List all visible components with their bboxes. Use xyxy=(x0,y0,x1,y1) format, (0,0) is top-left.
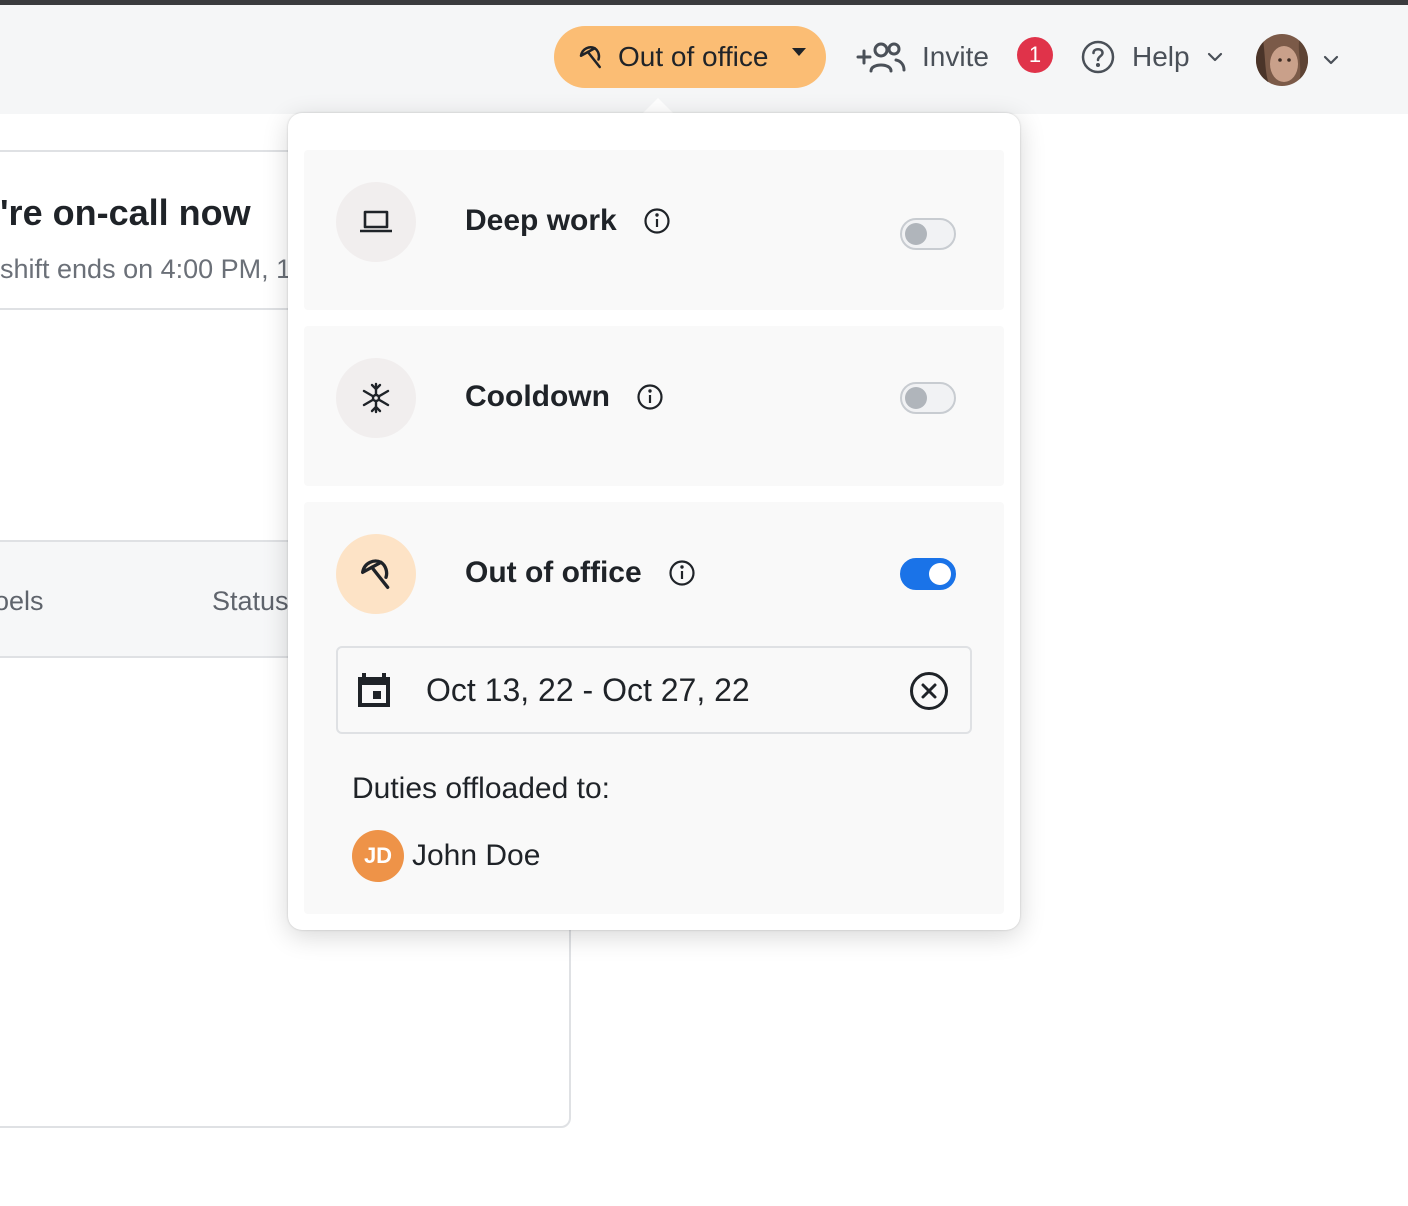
help-circle-icon xyxy=(1081,40,1115,74)
invite-label: Invite xyxy=(922,41,989,72)
chevron-down-icon xyxy=(1207,52,1222,62)
info-icon[interactable] xyxy=(636,383,664,411)
caret-down-icon xyxy=(792,48,806,56)
mode-title: Cooldown xyxy=(465,380,610,413)
user-menu[interactable] xyxy=(1256,34,1340,86)
popover-arrow xyxy=(642,98,674,114)
mode-label-cooldown: Cooldown xyxy=(465,380,664,414)
duties-offloaded-label: Duties offloaded to: xyxy=(352,772,610,805)
clear-date-icon[interactable] xyxy=(908,670,950,712)
mode-label-deep-work: Deep work xyxy=(465,204,671,238)
column-header-status[interactable]: Status xyxy=(212,586,289,617)
snowflake-icon xyxy=(362,382,390,414)
toggle-deep-work[interactable] xyxy=(900,218,956,250)
info-icon[interactable] xyxy=(643,207,671,235)
status-popover: Deep work Cooldown Out of office Oct 13,… xyxy=(288,113,1020,930)
help-menu[interactable]: Help xyxy=(1080,35,1224,79)
chevron-down-icon xyxy=(1323,55,1339,65)
oncall-subtitle: shift ends on 4:00 PM, 1 xyxy=(0,254,292,284)
status-dropdown-button[interactable]: Out of office xyxy=(554,26,826,88)
toggle-knob xyxy=(905,223,927,245)
status-button-label: Out of office xyxy=(618,41,769,72)
mode-panel-cooldown: Cooldown xyxy=(304,326,1004,486)
laptop-icon xyxy=(360,210,392,233)
assignee-name: John Doe xyxy=(412,839,541,872)
oncall-title: 're on-call now xyxy=(0,192,251,233)
toggle-knob xyxy=(905,387,927,409)
toggle-cooldown[interactable] xyxy=(900,382,956,414)
mode-label-out-of-office: Out of office xyxy=(465,556,696,590)
add-users-icon xyxy=(856,42,906,73)
notification-badge[interactable]: 1 xyxy=(1017,37,1053,73)
assignee-avatar: JD xyxy=(352,830,404,882)
mode-icon-container xyxy=(336,182,416,262)
user-avatar-icon xyxy=(1256,34,1308,86)
toggle-out-of-office[interactable] xyxy=(900,558,956,590)
top-header: Out of office Invite 1 Help xyxy=(0,5,1408,114)
help-label: Help xyxy=(1132,41,1190,72)
calendar-icon xyxy=(358,673,390,707)
mode-icon-container xyxy=(336,358,416,438)
invite-button[interactable]: Invite xyxy=(856,35,989,79)
mode-panel-out-of-office: Out of office Oct 13, 22 - Oct 27, 22 Du… xyxy=(304,502,1004,914)
toggle-knob xyxy=(929,563,951,585)
mode-icon-container xyxy=(336,534,416,614)
mode-title: Deep work xyxy=(465,204,617,237)
umbrella-icon xyxy=(579,46,601,69)
mode-title: Out of office xyxy=(465,556,642,589)
column-header-labels[interactable]: oels xyxy=(0,586,44,617)
date-range-value: Oct 13, 22 - Oct 27, 22 xyxy=(426,671,750,708)
mode-panel-deep-work: Deep work xyxy=(304,150,1004,310)
avatar[interactable] xyxy=(1256,34,1308,86)
info-icon[interactable] xyxy=(668,559,696,587)
date-range-field[interactable]: Oct 13, 22 - Oct 27, 22 xyxy=(336,646,972,734)
umbrella-icon xyxy=(361,559,390,589)
assignee[interactable]: JD John Doe xyxy=(352,830,540,882)
